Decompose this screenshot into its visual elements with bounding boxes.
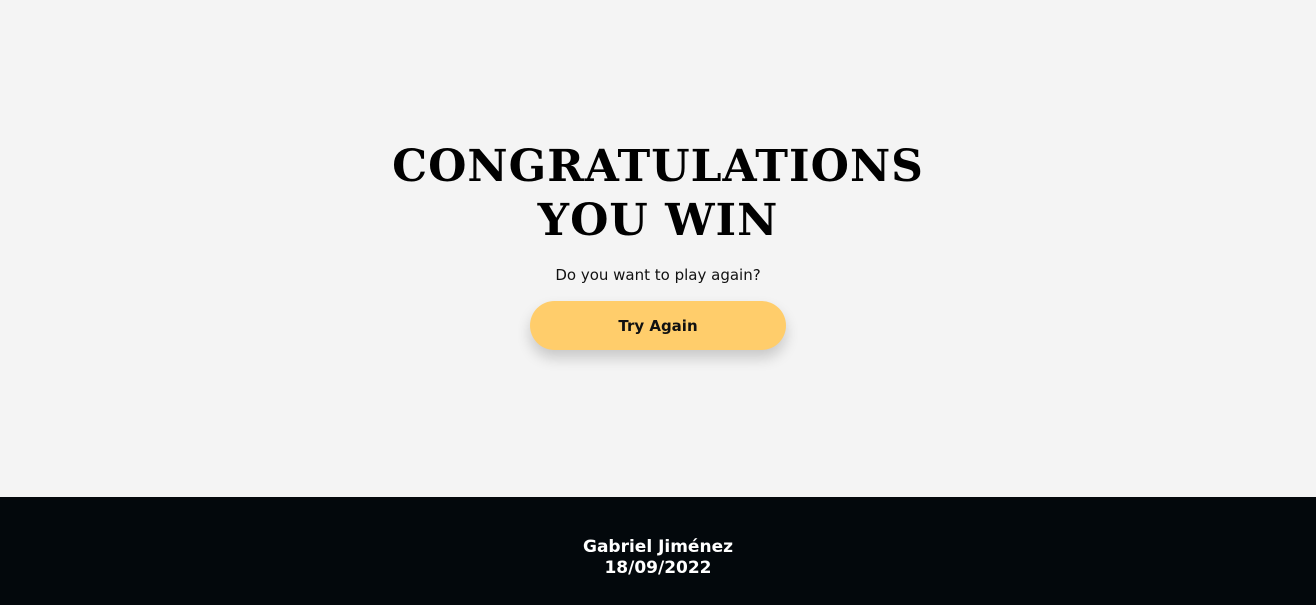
- footer-author: Gabriel Jiménez: [582, 537, 733, 557]
- title-you-win: YOU WIN: [537, 195, 779, 246]
- footer: Gabriel Jiménez 18/09/2022: [0, 497, 1316, 605]
- title-congratulations: CONGRATULATIONS: [392, 141, 924, 192]
- result-screen: CONGRATULATIONS YOU WIN Do you want to p…: [0, 0, 1316, 497]
- play-again-prompt: Do you want to play again?: [555, 266, 761, 284]
- footer-date: 18/09/2022: [604, 558, 712, 578]
- try-again-button[interactable]: Try Again: [530, 301, 786, 350]
